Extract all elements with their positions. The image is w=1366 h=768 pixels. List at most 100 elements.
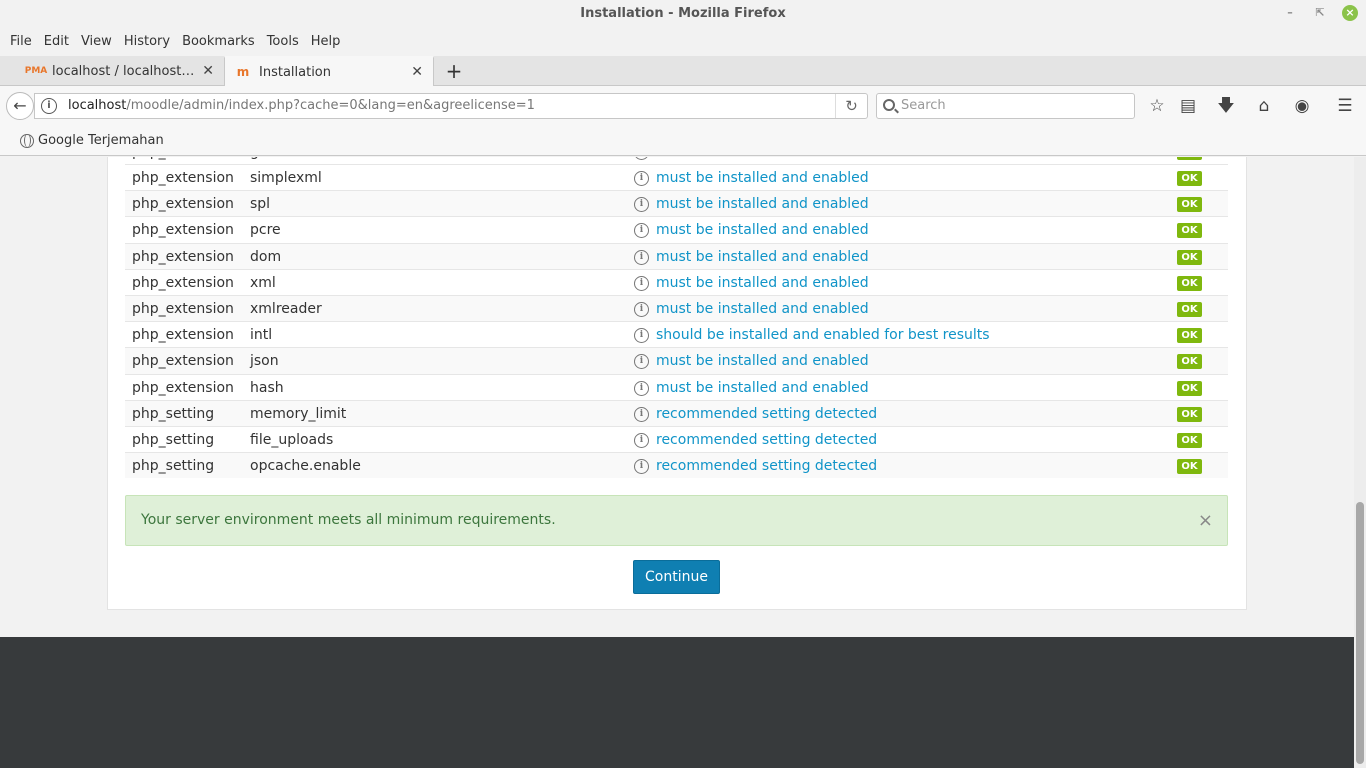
info-icon[interactable]: i — [634, 432, 649, 448]
close-tab-icon[interactable]: ✕ — [411, 64, 423, 80]
info-icon[interactable]: i — [634, 328, 649, 344]
row-report-link[interactable]: must be installed and enabled — [656, 296, 869, 322]
status-badge: OK — [1177, 354, 1202, 370]
row-info: hash — [250, 379, 284, 396]
tab-installation[interactable]: m Installation ✕ — [224, 56, 434, 86]
row-info: opcache.enable — [250, 458, 361, 475]
row-name: php_extension — [132, 248, 234, 265]
row-info: intl — [250, 327, 273, 344]
info-icon[interactable]: i — [634, 406, 649, 422]
row-name: php_extension — [132, 170, 234, 186]
info-icon[interactable]: i — [634, 197, 649, 213]
restore-icon[interactable]: ⇱ — [1312, 5, 1328, 21]
pocket-icon[interactable]: ◉ — [1291, 95, 1313, 117]
alert-message: Your server environment meets all minimu… — [141, 512, 556, 528]
row-report-link[interactable]: must be installed and enabled — [656, 165, 869, 191]
row-report-link[interactable]: should be installed and enabled for best… — [656, 322, 990, 348]
row-report-link[interactable]: recommended setting detected — [656, 401, 877, 427]
info-icon[interactable]: i — [634, 301, 649, 317]
menu-history[interactable]: History — [118, 34, 176, 49]
row-name: php_extension — [132, 300, 234, 317]
tab-label: Installation — [259, 64, 332, 80]
row-report-link[interactable]: must be installed and enabled — [656, 348, 869, 374]
row-report-link[interactable]: recommended setting detected — [656, 427, 877, 453]
table-row: php_extension intl i should be installed an… — [125, 321, 1228, 347]
menu-edit[interactable]: Edit — [38, 34, 75, 49]
address-bar[interactable]: i localhost/moodle/admin/index.php?cache… — [34, 93, 868, 119]
moodle-icon: m — [236, 65, 250, 79]
row-report-link[interactable]: must be installed and enabled — [656, 217, 869, 243]
bookmark-label: Google Terjemahan — [38, 133, 164, 148]
row-report-link[interactable]: must be installed and enabled — [656, 191, 869, 217]
back-button[interactable]: ← — [6, 92, 34, 120]
close-icon[interactable]: × — [1198, 496, 1213, 545]
site-info-icon[interactable]: i — [41, 98, 57, 114]
row-name: php_extension — [132, 327, 234, 344]
table-row: php_extension xml i must be installed and e… — [125, 268, 1228, 296]
row-name: php_extension — [132, 222, 234, 239]
status-badge: OK — [1177, 249, 1202, 265]
row-report-link[interactable]: recommended setting detected — [656, 453, 877, 479]
row-info: spl — [250, 196, 271, 213]
status-badge: OK — [1177, 380, 1202, 396]
row-info: json — [250, 353, 279, 370]
home-icon[interactable]: ⌂ — [1253, 95, 1275, 117]
info-icon[interactable]: i — [634, 171, 649, 186]
url-path: /moodle/admin/index.php?cache=0&lang=en&… — [126, 98, 535, 113]
menu-bookmarks[interactable]: Bookmarks — [176, 34, 261, 49]
reading-list-icon[interactable]: ▤ — [1177, 95, 1199, 117]
row-report-link[interactable]: must be installed and enabled — [656, 244, 869, 270]
status-badge: OK — [1177, 459, 1202, 475]
menu-file[interactable]: File — [4, 34, 38, 49]
minimize-icon[interactable]: – — [1282, 5, 1298, 21]
new-tab-button[interactable]: + — [442, 58, 466, 84]
environment-card: php_extension gd i must be installed and… — [107, 157, 1247, 610]
continue-button[interactable]: Continue — [633, 560, 720, 594]
info-icon[interactable]: i — [634, 354, 649, 370]
table-row: php_extension dom i must be installed and e… — [125, 242, 1228, 270]
row-report-link[interactable]: must be installed and enabled — [656, 270, 869, 296]
close-window-icon[interactable]: × — [1342, 5, 1358, 21]
table-row: php_extension hash i must be installed and … — [125, 373, 1228, 401]
bookmark-star-icon[interactable]: ☆ — [1146, 95, 1168, 117]
row-info: pcre — [250, 222, 281, 239]
status-badge: OK — [1177, 406, 1202, 422]
menu-tools[interactable]: Tools — [261, 34, 305, 49]
status-badge: OK — [1177, 223, 1202, 239]
tab-phpmyadmin[interactable]: PMA localhost / localhost | ph… ✕ — [18, 56, 224, 86]
table-row-partial: php_extension gd i must be installed and… — [125, 157, 1228, 164]
table-row: php_setting opcache.enable i recommended se… — [125, 452, 1228, 479]
row-report-link[interactable]: must be installed and enabled — [656, 375, 869, 401]
phpmyadmin-icon: PMA — [24, 66, 48, 76]
table-row: php_extension xmlreader i must be installed… — [125, 294, 1228, 322]
reload-icon[interactable]: ↻ — [835, 94, 867, 118]
info-icon[interactable]: i — [634, 380, 649, 396]
url-text[interactable]: localhost/moodle/admin/index.php?cache=0… — [68, 94, 535, 118]
row-name: php_extension — [132, 196, 234, 213]
hamburger-menu-icon[interactable]: ☰ — [1334, 95, 1356, 117]
info-icon[interactable]: i — [634, 223, 649, 239]
info-icon[interactable]: i — [634, 249, 649, 265]
row-info: xmlreader — [250, 300, 322, 317]
page-scrollbar[interactable] — [1354, 157, 1366, 768]
page-footer — [0, 637, 1354, 768]
close-tab-icon[interactable]: ✕ — [202, 63, 214, 79]
row-name: php_setting — [132, 405, 215, 422]
table-row: php_extension json i must be installed and … — [125, 347, 1228, 374]
bookmark-google-terjemahan[interactable]: Google Terjemahan — [20, 126, 164, 156]
info-icon[interactable]: i — [634, 157, 649, 160]
row-name: php_setting — [132, 431, 215, 448]
info-icon[interactable]: i — [634, 459, 649, 475]
scrollbar-thumb[interactable] — [1356, 502, 1364, 764]
row-info: file_uploads — [250, 431, 334, 448]
download-icon[interactable]: 🡇 — [1215, 95, 1237, 117]
status-badge: OK — [1177, 275, 1202, 291]
menu-help[interactable]: Help — [305, 34, 347, 49]
status-badge: OK — [1177, 157, 1202, 160]
table-row: php_extension simplexml i must be installed… — [125, 164, 1228, 190]
status-badge: OK — [1177, 197, 1202, 213]
search-input[interactable]: Search — [876, 93, 1135, 119]
info-icon[interactable]: i — [634, 275, 649, 291]
row-info: xml — [250, 274, 276, 291]
menu-view[interactable]: View — [75, 34, 118, 49]
